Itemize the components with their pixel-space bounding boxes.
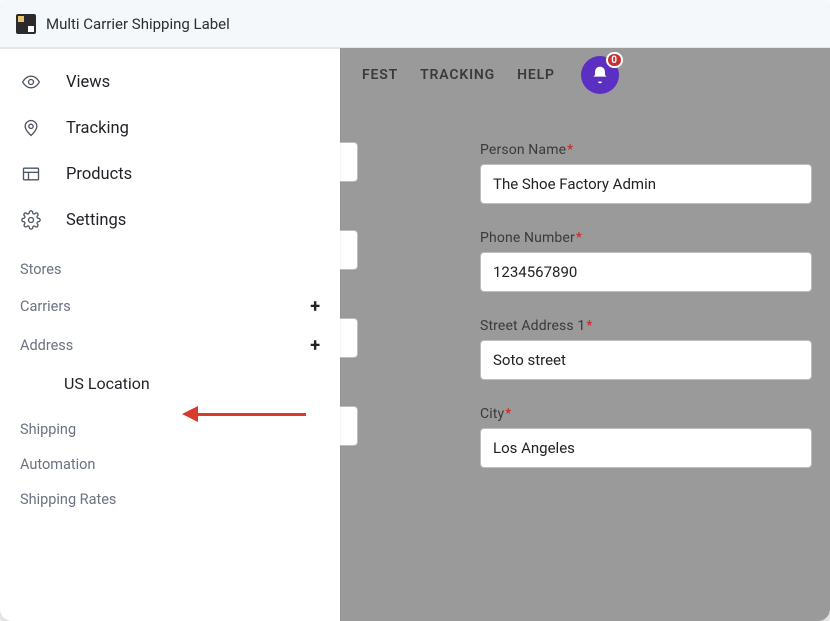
- layout-icon: [20, 164, 42, 184]
- notifications-button[interactable]: 0: [581, 56, 619, 94]
- app-window: Multi Carrier Shipping Label FEST TRACKI…: [0, 0, 830, 621]
- sidebar-item-label: Products: [66, 165, 132, 184]
- input-street-address-1[interactable]: [480, 340, 812, 380]
- section-label: Shipping: [20, 421, 76, 438]
- sidebar-section-automation[interactable]: Automation: [0, 446, 340, 481]
- required-mark: *: [505, 406, 511, 422]
- sidebar-section-stores[interactable]: Stores: [0, 251, 340, 286]
- gear-icon: [20, 210, 42, 230]
- sidebar-item-label: Settings: [66, 211, 126, 230]
- required-mark: *: [567, 142, 573, 158]
- annotation-arrow-icon: [182, 406, 306, 422]
- label-city: City*: [480, 406, 812, 422]
- app-title: Multi Carrier Shipping Label: [46, 15, 230, 33]
- sidebar-item-products[interactable]: Products: [0, 151, 340, 197]
- sidebar-item-settings[interactable]: Settings: [0, 197, 340, 243]
- notifications-badge: 0: [606, 52, 623, 68]
- sidebar: Views Tracking Products: [0, 48, 340, 621]
- required-mark: *: [576, 230, 582, 246]
- label-phone-number: Phone Number*: [480, 230, 812, 246]
- top-nav: FEST TRACKING HELP 0: [340, 48, 830, 102]
- nav-item-tracking[interactable]: TRACKING: [420, 67, 495, 83]
- add-carrier-button[interactable]: +: [310, 296, 320, 317]
- add-address-button[interactable]: +: [310, 335, 320, 356]
- sidebar-section-address[interactable]: Address +: [0, 325, 340, 364]
- input-city[interactable]: [480, 428, 812, 468]
- sidebar-item-label: Tracking: [66, 119, 129, 138]
- required-mark: *: [586, 318, 592, 334]
- nav-item-help[interactable]: HELP: [517, 67, 555, 83]
- sidebar-item-us-location[interactable]: US Location: [0, 364, 340, 403]
- sidebar-section-carriers[interactable]: Carriers +: [0, 286, 340, 325]
- label-person-name: Person Name*: [480, 142, 812, 158]
- sidebar-item-label: Views: [66, 73, 110, 92]
- sidebar-section-shipping-rates[interactable]: Shipping Rates: [0, 481, 340, 516]
- input-person-name[interactable]: [480, 164, 812, 204]
- eye-icon: [20, 72, 42, 92]
- section-label: Stores: [20, 261, 61, 278]
- bell-icon: [590, 65, 610, 85]
- app-logo-icon: [16, 14, 36, 34]
- section-label: Shipping Rates: [20, 491, 116, 508]
- section-label: Carriers: [20, 298, 71, 315]
- section-label: Automation: [20, 456, 95, 473]
- content-overlay: FEST TRACKING HELP 0 Person Name*: [340, 48, 830, 621]
- pin-icon: [20, 118, 42, 138]
- titlebar: Multi Carrier Shipping Label: [0, 0, 830, 48]
- app-body: FEST TRACKING HELP 0 Person Name*: [0, 48, 830, 621]
- sidebar-main-nav: Views Tracking Products: [0, 59, 340, 243]
- section-label: Address: [20, 337, 73, 354]
- sidebar-item-tracking[interactable]: Tracking: [0, 105, 340, 151]
- address-form: Person Name* Phone Number*: [340, 102, 830, 468]
- label-street-address-1: Street Address 1*: [480, 318, 812, 334]
- nav-item-fest[interactable]: FEST: [362, 67, 398, 83]
- sidebar-item-views[interactable]: Views: [0, 59, 340, 105]
- input-phone-number[interactable]: [480, 252, 812, 292]
